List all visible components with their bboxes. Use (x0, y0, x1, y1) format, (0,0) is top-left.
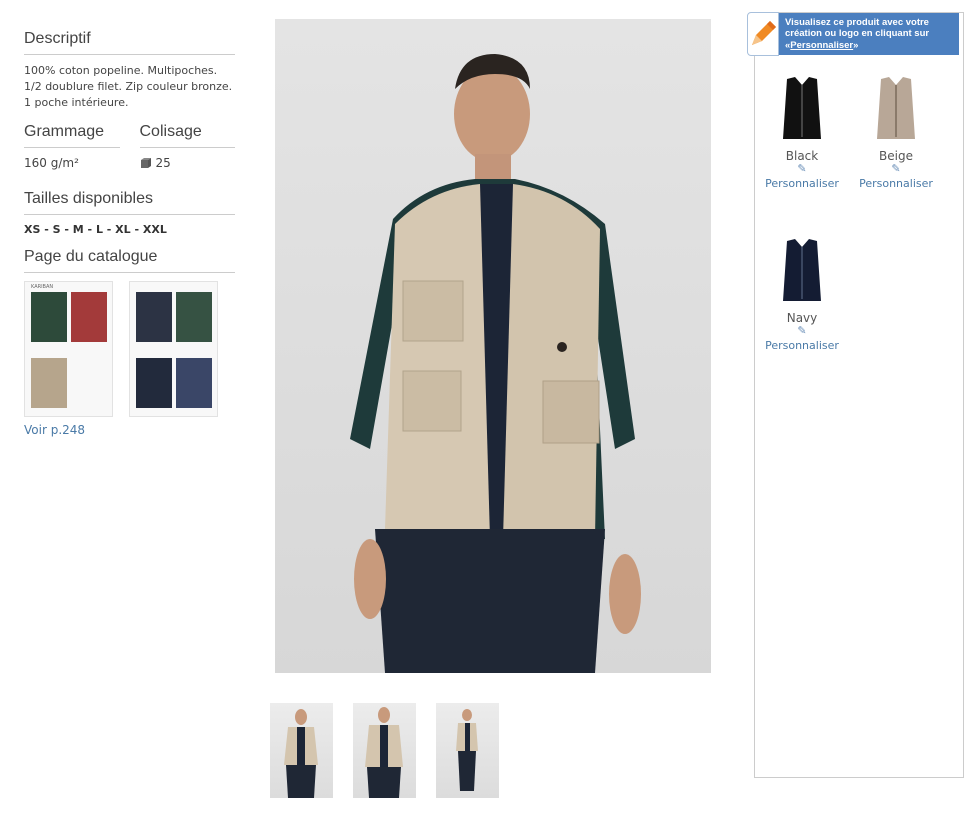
sizes-list: XS - S - M - L - XL - XXL (24, 223, 167, 236)
main-product-image[interactable] (275, 19, 711, 673)
colisage-value-row: 25 (140, 156, 236, 170)
variant-name: Black (785, 149, 819, 163)
catalogue-image (71, 292, 107, 342)
colisage-heading: Colisage (139, 123, 235, 148)
pencil-icon: ✎ (797, 324, 807, 337)
catalogue-image (31, 292, 67, 342)
vest-navy-image (783, 239, 821, 301)
customize-panel: Visualisez ce produit avec votre créatio… (747, 12, 964, 778)
catalogue-heading: Page du catalogue (24, 248, 235, 273)
variant-personnaliser-link[interactable]: Personnaliser (851, 177, 941, 190)
variant-beige[interactable]: Beige ✎ Personnaliser (851, 75, 941, 190)
box-icon (140, 158, 151, 168)
banner-personnaliser-link[interactable]: Personnaliser (790, 40, 853, 51)
catalogue-block: Page du catalogue KARIBAN Voir p.248 (24, 248, 235, 437)
catalogue-image (31, 358, 67, 408)
pencil-icon: ✎ (797, 162, 807, 175)
specs-row: Grammage 160 g/m² Colisage 25 (24, 123, 235, 170)
thumbnail-strip (270, 703, 499, 798)
catalogue-page-left[interactable]: KARIBAN (24, 281, 113, 417)
grammage-value: 160 g/m² (24, 156, 79, 170)
tailles-heading: Tailles disponibles (24, 190, 235, 215)
thumbnail-1[interactable] (270, 703, 333, 798)
vest-beige-image (877, 77, 915, 139)
variant-black[interactable]: Black ✎ Personnaliser (757, 75, 847, 190)
variant-name: Beige (879, 149, 913, 163)
pencil-icon: ✎ (891, 162, 901, 175)
banner-text: Visualisez ce produit avec votre créatio… (779, 17, 959, 52)
product-info-column: Descriptif 100% coton popeline. Multipoc… (24, 30, 235, 437)
pencil-icon (747, 12, 779, 56)
personnaliser-banner[interactable]: Visualisez ce produit avec votre créatio… (747, 12, 959, 56)
catalogue-image (136, 358, 172, 408)
vest-model-illustration (350, 54, 641, 673)
colisage-block: Colisage 25 (139, 123, 236, 170)
catalogue-image (136, 292, 172, 342)
variant-personnaliser-link[interactable]: Personnaliser (757, 339, 847, 352)
catalogue-image (176, 358, 212, 408)
variant-personnaliser-link[interactable]: Personnaliser (757, 177, 847, 190)
catalogue-image (176, 292, 212, 342)
grammage-heading: Grammage (24, 123, 120, 148)
catalogue-page-right[interactable] (129, 281, 218, 417)
catalogue-pages[interactable]: KARIBAN (24, 281, 235, 417)
descriptif-heading: Descriptif (24, 30, 235, 55)
thumbnail-illustration (365, 707, 403, 798)
descriptif-text: 100% coton popeline. Multipoches. 1/2 do… (24, 64, 233, 109)
banner-close-quote: » (853, 39, 859, 51)
thumbnail-illustration (284, 709, 318, 798)
thumbnail-illustration (456, 709, 478, 791)
variant-name: Navy (786, 311, 818, 325)
grammage-block: Grammage 160 g/m² (24, 123, 120, 170)
catalogue-page-link[interactable]: Voir p.248 (24, 423, 235, 437)
vest-black-image (783, 77, 821, 139)
variant-navy[interactable]: Navy ✎ Personnaliser (757, 237, 847, 352)
catalogue-page-header: KARIBAN (31, 284, 54, 290)
thumbnail-3[interactable] (436, 703, 499, 798)
colisage-value: 25 (155, 156, 171, 170)
tailles-block: Tailles disponibles XS - S - M - L - XL … (24, 190, 235, 236)
thumbnail-2[interactable] (353, 703, 416, 798)
